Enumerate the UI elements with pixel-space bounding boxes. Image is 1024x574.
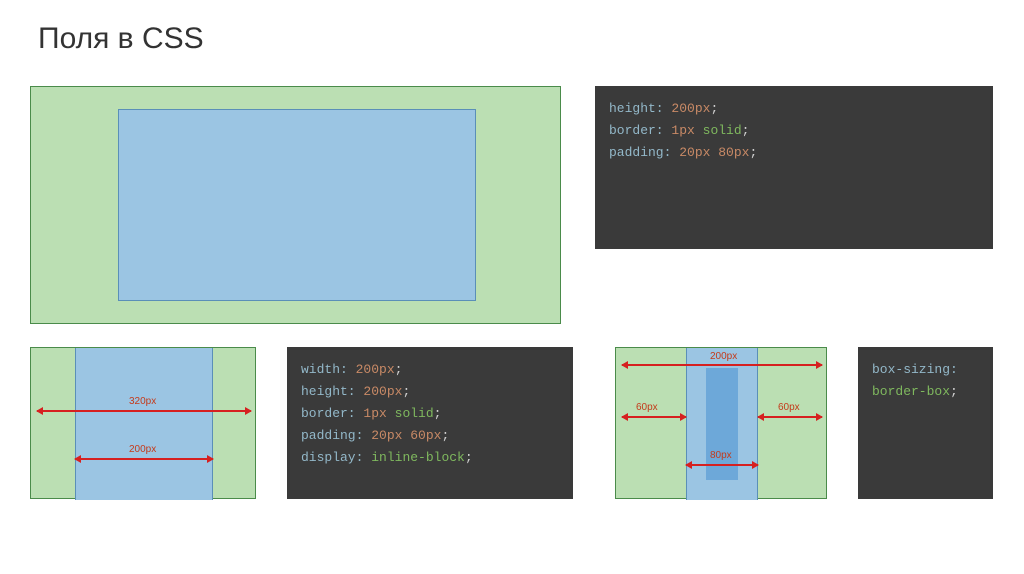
dimension-label: 60px xyxy=(776,402,802,413)
dimension-label: 80px xyxy=(708,450,734,461)
code-token: ; xyxy=(465,450,473,465)
code-token: solid xyxy=(703,123,742,138)
dimension-line xyxy=(75,458,213,460)
code-token: ; xyxy=(749,145,757,160)
code-block-middle: width: 200px; height: 200px; border: 1px… xyxy=(287,347,573,499)
code-token: 200px xyxy=(363,384,402,399)
dimension-label: 60px xyxy=(634,402,660,413)
code-token: solid xyxy=(395,406,434,421)
box-model-diagram-top xyxy=(30,86,561,324)
code-token: ; xyxy=(950,384,958,399)
dimension-label: 320px xyxy=(127,396,158,407)
code-token: ; xyxy=(395,362,403,377)
code-line: height: 200px; xyxy=(301,381,559,403)
code-token: inline-block xyxy=(371,450,465,465)
code-token: padding: xyxy=(609,145,671,160)
code-line: border: 1px solid; xyxy=(609,120,979,142)
box-model-inner xyxy=(75,348,213,500)
dimension-line xyxy=(622,364,822,366)
dimension-line xyxy=(758,416,822,418)
slide-title: Поля в CSS xyxy=(38,22,204,56)
code-line: height: 200px; xyxy=(609,98,979,120)
code-token: ; xyxy=(742,123,750,138)
code-line: box-sizing: xyxy=(872,359,979,381)
code-token: padding: xyxy=(301,428,363,443)
code-token: border: xyxy=(609,123,664,138)
dimension-line xyxy=(686,464,758,466)
code-token: height: xyxy=(609,101,664,116)
box-model-diagram-left: 320px 200px xyxy=(30,347,256,499)
code-token: ; xyxy=(710,101,718,116)
code-token: height: xyxy=(301,384,356,399)
code-token: 200px xyxy=(356,362,395,377)
code-line: padding: 20px 60px; xyxy=(301,425,559,447)
code-line: border-box; xyxy=(872,381,979,403)
code-line: width: 200px; xyxy=(301,359,559,381)
code-token: 20px 60px xyxy=(371,428,441,443)
dimension-line xyxy=(622,416,686,418)
dimension-label: 200px xyxy=(127,444,158,455)
code-line: padding: 20px 80px; xyxy=(609,142,979,164)
code-token: ; xyxy=(434,406,442,421)
code-token: ; xyxy=(402,384,410,399)
code-token: border-box xyxy=(872,384,950,399)
code-block-right: box-sizing: border-box; xyxy=(858,347,993,499)
dimension-label: 200px xyxy=(708,351,739,362)
code-block-top: height: 200px; border: 1px solid; paddin… xyxy=(595,86,993,249)
code-token: 20px 80px xyxy=(679,145,749,160)
code-token: ; xyxy=(441,428,449,443)
code-token: width: xyxy=(301,362,348,377)
code-token: box-sizing: xyxy=(872,362,958,377)
code-line: display: inline-block; xyxy=(301,447,559,469)
box-model-inner xyxy=(118,109,476,301)
code-token: border: xyxy=(301,406,356,421)
box-model-diagram-borderbox: 200px 60px 60px 80px xyxy=(615,347,827,499)
code-token: display: xyxy=(301,450,363,465)
code-token: 1px xyxy=(363,406,386,421)
code-token: 1px xyxy=(671,123,694,138)
code-token: 200px xyxy=(671,101,710,116)
code-line: border: 1px solid; xyxy=(301,403,559,425)
dimension-line xyxy=(37,410,251,412)
